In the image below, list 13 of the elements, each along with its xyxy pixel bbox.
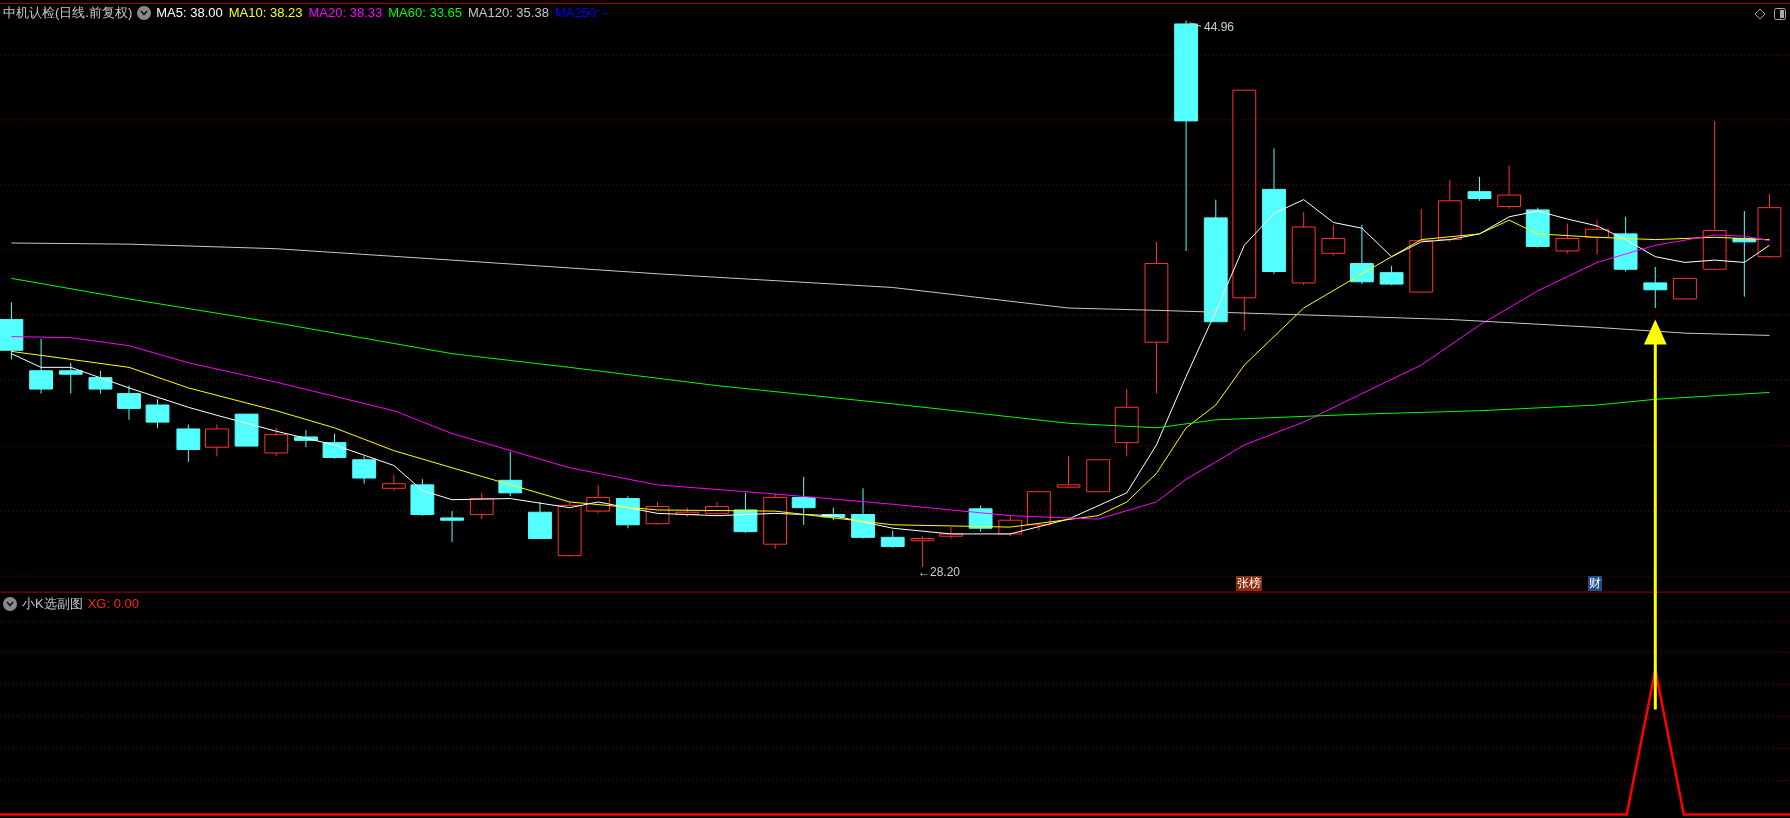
moving-average-reading: MA5: 38.00 (156, 4, 223, 23)
event-marker[interactable]: 张榜 (1236, 576, 1262, 591)
moving-average-reading: MA20: 38.33 (308, 4, 383, 23)
moving-average-reading: MA10: 38.23 (228, 4, 303, 23)
indicator-reading: XG: 0.00 (87, 595, 139, 614)
moving-average-reading: MA120: 35.38 (467, 4, 549, 23)
indicator-title: 小K选副图 (22, 595, 83, 614)
moving-average-reading: MA250: - (554, 4, 608, 23)
price-label: 44.96 (1204, 19, 1235, 36)
price-label: ←28.20 (918, 564, 961, 581)
chart-title: 中机认检(日线.前复权) (3, 4, 133, 23)
moving-average-reading: MA60: 33.65 (388, 4, 462, 23)
event-marker[interactable]: 财 (1588, 576, 1602, 591)
